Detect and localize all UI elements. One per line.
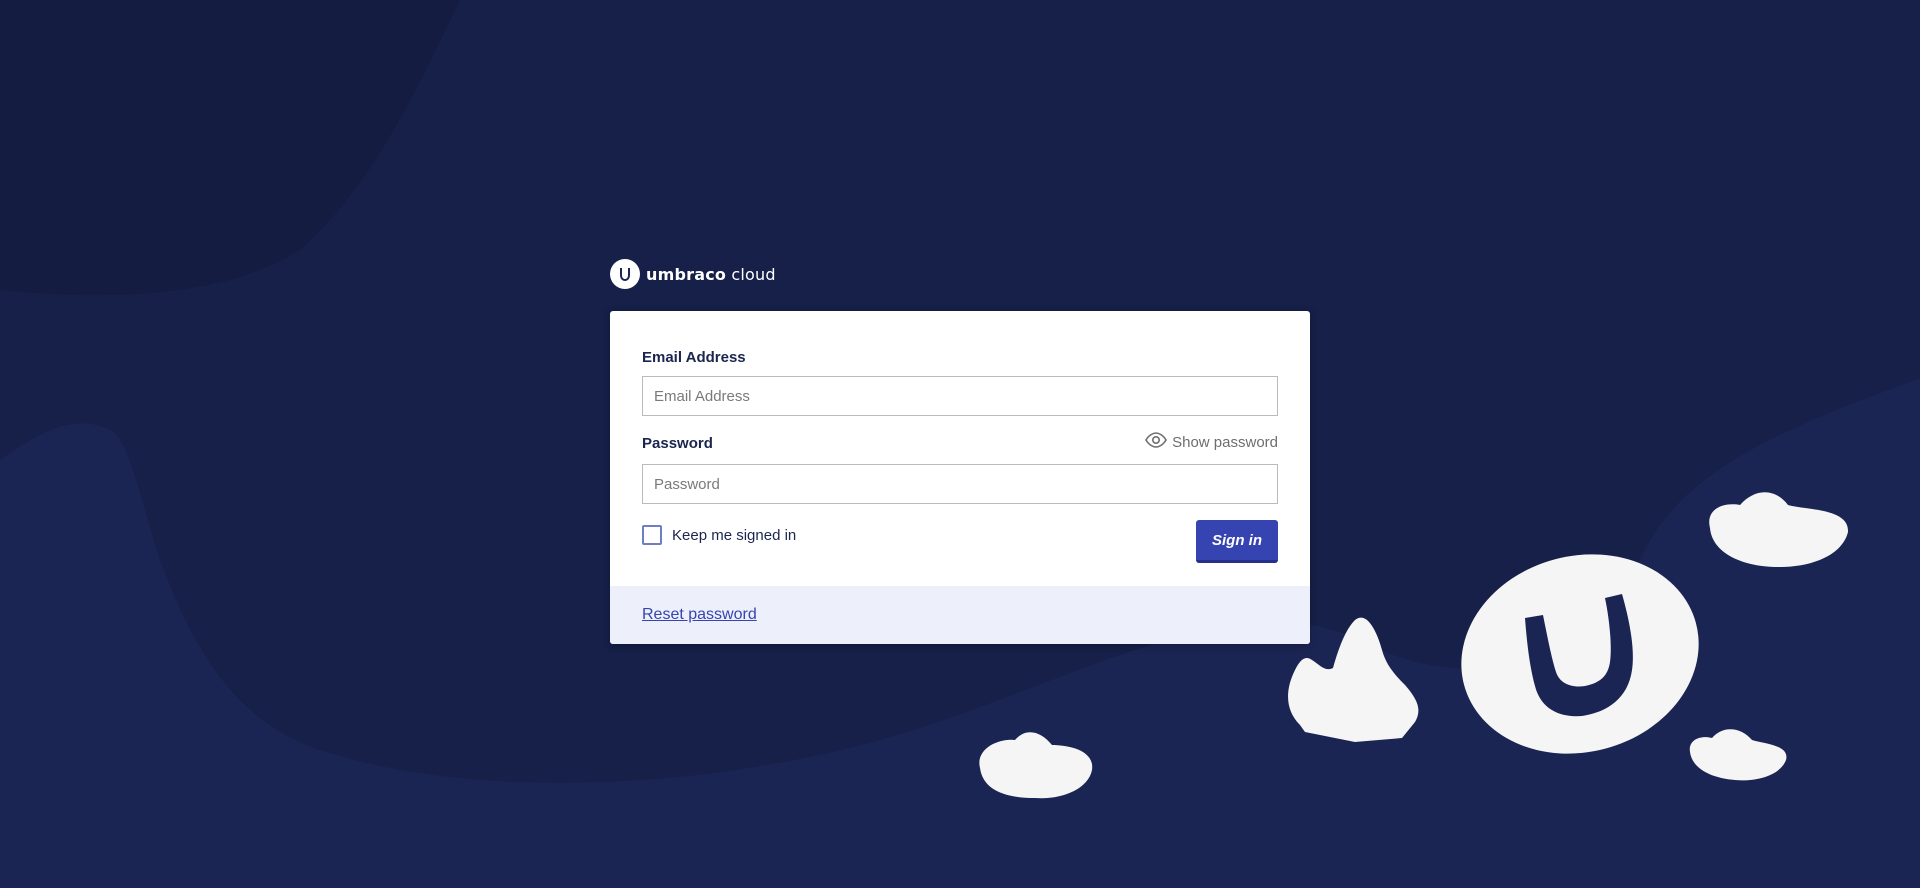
reset-password-link[interactable]: Reset password: [642, 606, 757, 624]
email-label: Email Address: [642, 349, 746, 366]
brand-name: umbraco cloud: [646, 265, 776, 284]
login-card: Email Address Password Show password Kee…: [610, 311, 1310, 644]
show-password-label: Show password: [1172, 433, 1278, 451]
login-form: Email Address Password Show password Kee…: [610, 311, 1310, 586]
brand-name-umbraco: umbraco: [646, 264, 727, 284]
login-card-footer: Reset password: [610, 586, 1310, 644]
password-label: Password: [642, 435, 713, 452]
show-password-toggle[interactable]: Show password: [1145, 432, 1278, 452]
brand-name-cloud: cloud: [731, 264, 776, 284]
sign-in-button[interactable]: Sign in: [1196, 520, 1278, 563]
email-input[interactable]: [642, 376, 1278, 416]
keep-signed-in-checkbox[interactable]: [642, 525, 662, 545]
eye-icon: [1145, 432, 1168, 452]
keep-signed-in-row: Keep me signed in: [642, 525, 796, 545]
brand-logo: umbraco cloud: [610, 259, 776, 289]
keep-signed-in-label[interactable]: Keep me signed in: [672, 527, 796, 544]
umbraco-logo-icon: [610, 259, 640, 289]
password-input[interactable]: [642, 464, 1278, 504]
